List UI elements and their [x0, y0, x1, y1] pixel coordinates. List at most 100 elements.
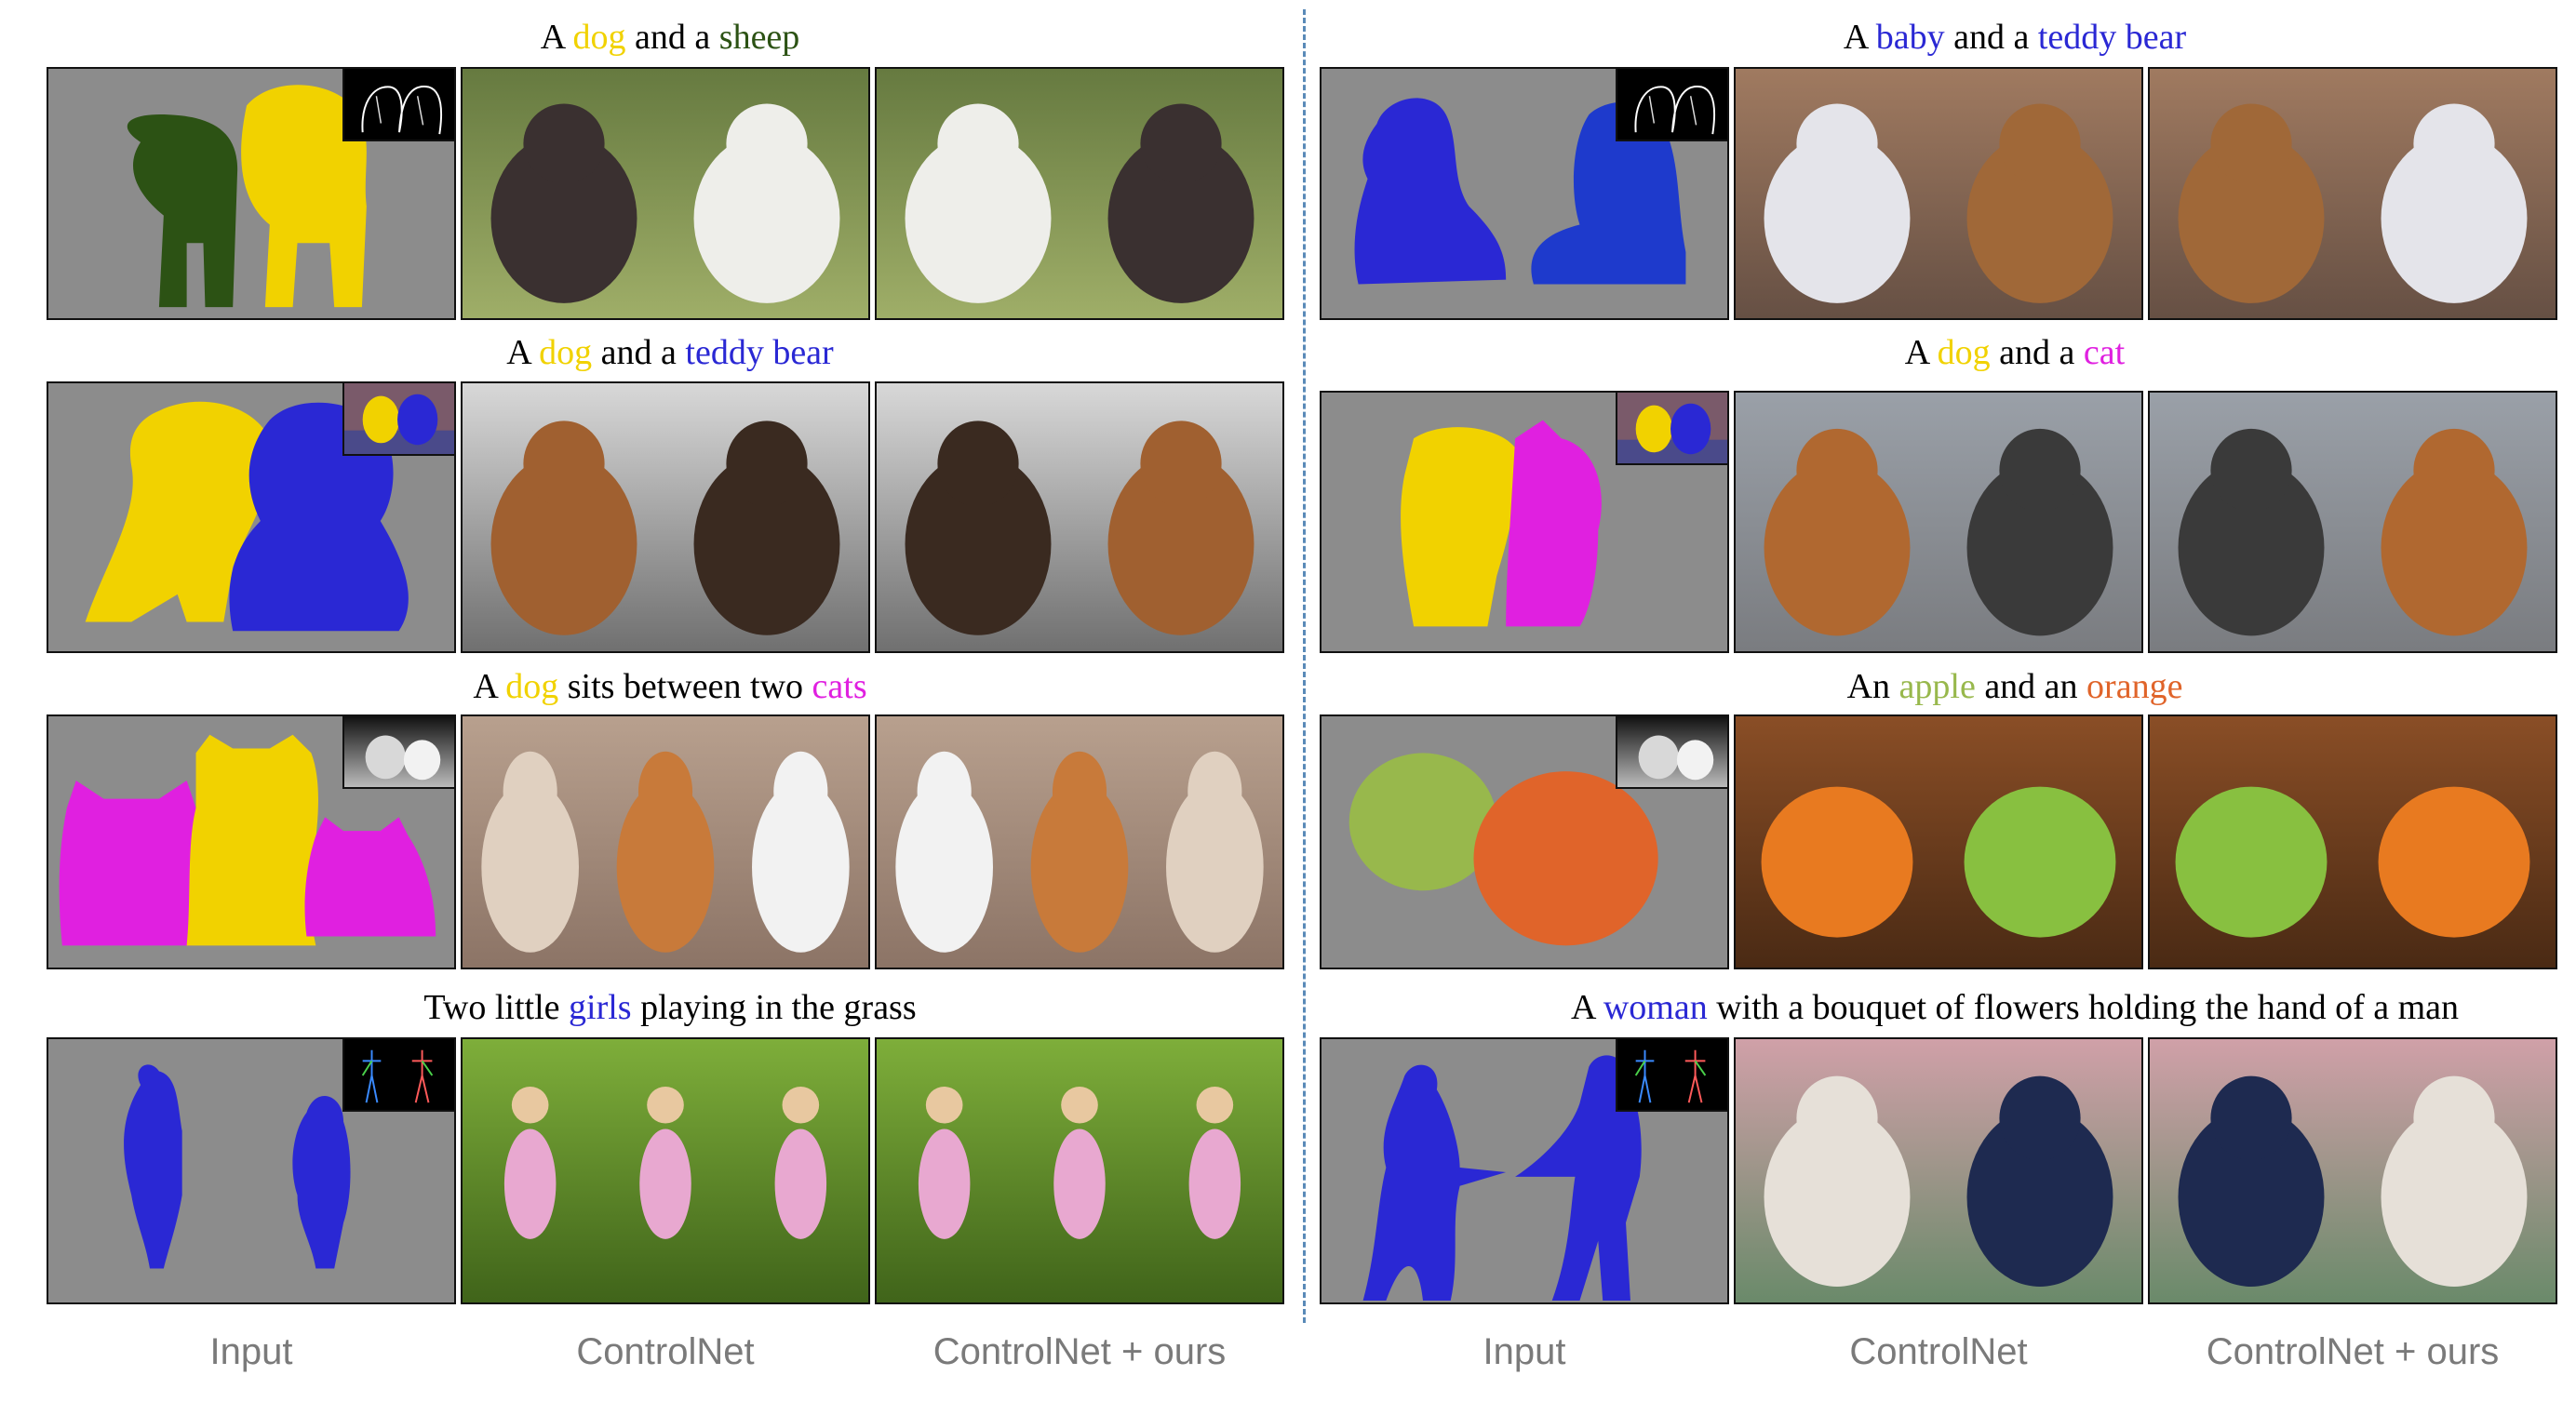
- orange: [1761, 786, 1913, 938]
- head: [2413, 103, 2495, 184]
- left-column-label-3: ControlNet + ours: [932, 1331, 1227, 1372]
- left-row1-input: [47, 67, 456, 320]
- right-row2-controlnet-ours: [2148, 391, 2557, 653]
- caption-text: A: [506, 333, 540, 372]
- right-caption-1: A baby and a teddy bear: [1410, 13, 2576, 61]
- head: [917, 751, 972, 833]
- head: [647, 1087, 684, 1124]
- right-row4-controlnet-ours: [2148, 1037, 2557, 1304]
- caption-keyword: dog: [505, 667, 559, 706]
- caption-keyword: cat: [2083, 333, 2126, 372]
- right-row1-controlnet: [1734, 67, 2143, 320]
- head: [782, 1087, 820, 1124]
- head: [1061, 1087, 1098, 1124]
- dog-mask: [186, 734, 318, 946]
- baby-mask: [1354, 98, 1507, 285]
- dog-mask: [1401, 427, 1517, 627]
- left-row3-input: [47, 714, 456, 969]
- edge-map-inset: [1616, 69, 1727, 141]
- caption-keyword: cats: [812, 667, 867, 706]
- color-map-inset: [342, 383, 454, 456]
- head: [2413, 1075, 2495, 1161]
- apple: [2175, 786, 2328, 938]
- right-row3-controlnet: [1734, 714, 2143, 969]
- head: [1140, 421, 1222, 507]
- head: [726, 103, 808, 184]
- right-column-label-3: ControlNet + ours: [2206, 1331, 2500, 1372]
- left-caption-3: A dog sits between two cats: [65, 662, 1275, 711]
- right-column-label-2: ControlNet: [1849, 1331, 2028, 1372]
- left-row3-controlnet: [461, 714, 870, 969]
- head: [1999, 428, 2081, 512]
- head: [925, 1087, 963, 1124]
- right-column-label-1: Input: [1483, 1331, 1566, 1372]
- caption-keyword: woman: [1603, 988, 1708, 1027]
- right-row2-input: [1320, 391, 1729, 653]
- left-row2-input: [47, 381, 456, 653]
- head: [503, 751, 557, 833]
- head: [523, 421, 605, 507]
- head: [937, 103, 1019, 184]
- head: [773, 751, 828, 833]
- caption-keyword: dog: [539, 333, 593, 372]
- color-map-inset: [1616, 393, 1727, 465]
- pose-map-inset: [342, 1039, 454, 1112]
- panel-divider: [1303, 9, 1306, 1323]
- left-row2-controlnet-ours: [875, 381, 1284, 653]
- caption-text: and a: [1944, 18, 2038, 57]
- head: [1196, 1087, 1234, 1124]
- sheep-mask: [127, 114, 238, 308]
- head: [2413, 428, 2495, 512]
- orange: [2378, 786, 2530, 938]
- left-caption-1: A dog and a sheep: [65, 13, 1275, 61]
- caption-keyword: dog: [572, 18, 626, 57]
- head: [1999, 1075, 2081, 1161]
- caption-text: A: [540, 18, 573, 57]
- right-row4-input: [1320, 1037, 1729, 1304]
- head: [1796, 428, 1878, 512]
- cat-mask-left: [59, 780, 205, 946]
- caption-text: and a: [592, 333, 686, 372]
- right-row2-controlnet: [1734, 391, 2143, 653]
- head: [1796, 103, 1878, 184]
- right-row1-input: [1320, 67, 1729, 320]
- pose-map-inset: [1616, 1039, 1727, 1112]
- girl: [503, 1128, 557, 1239]
- left-caption-2: A dog and a teddy bear: [65, 328, 1275, 377]
- head: [1140, 103, 1222, 184]
- caption-text: A: [1843, 18, 1876, 57]
- head: [523, 103, 605, 184]
- orange-mask: [1473, 771, 1658, 946]
- right-row3-input: [1320, 714, 1729, 969]
- caption-text: An: [1846, 667, 1899, 706]
- girl-mask-left: [124, 1064, 182, 1269]
- caption-text: sits between two: [558, 667, 812, 706]
- caption-keyword: dog: [1937, 333, 1991, 372]
- head: [2210, 103, 2292, 184]
- right-caption-4: A woman with a bouquet of flowers holdin…: [1410, 983, 2576, 1032]
- right-row1-controlnet-ours: [2148, 67, 2557, 320]
- caption-keyword: baby: [1875, 18, 1945, 57]
- caption-text: and an: [1975, 667, 2087, 706]
- left-row3-controlnet-ours: [875, 714, 1284, 969]
- caption-text: and a: [1990, 333, 2084, 372]
- left-row4-input: [47, 1037, 456, 1304]
- head: [2210, 1075, 2292, 1161]
- caption-text: with a bouquet of flowers holding the ha…: [1707, 988, 2460, 1027]
- caption-keyword: teddy bear: [685, 333, 834, 372]
- apple: [1964, 786, 2116, 938]
- woman-mask: [1362, 1064, 1507, 1302]
- caption-text: playing in the grass: [631, 988, 917, 1027]
- depth-map-inset: [1616, 716, 1727, 789]
- caption-text: A: [473, 667, 506, 706]
- girl: [918, 1128, 971, 1239]
- head: [637, 751, 693, 833]
- right-row4-controlnet: [1734, 1037, 2143, 1304]
- caption-keyword: sheep: [718, 18, 800, 57]
- girl: [1188, 1128, 1241, 1239]
- caption-keyword: girls: [569, 988, 632, 1027]
- edge-map-inset: [342, 69, 454, 141]
- caption-keyword: apple: [1898, 667, 1976, 706]
- head: [1796, 1075, 1878, 1161]
- head: [726, 421, 808, 507]
